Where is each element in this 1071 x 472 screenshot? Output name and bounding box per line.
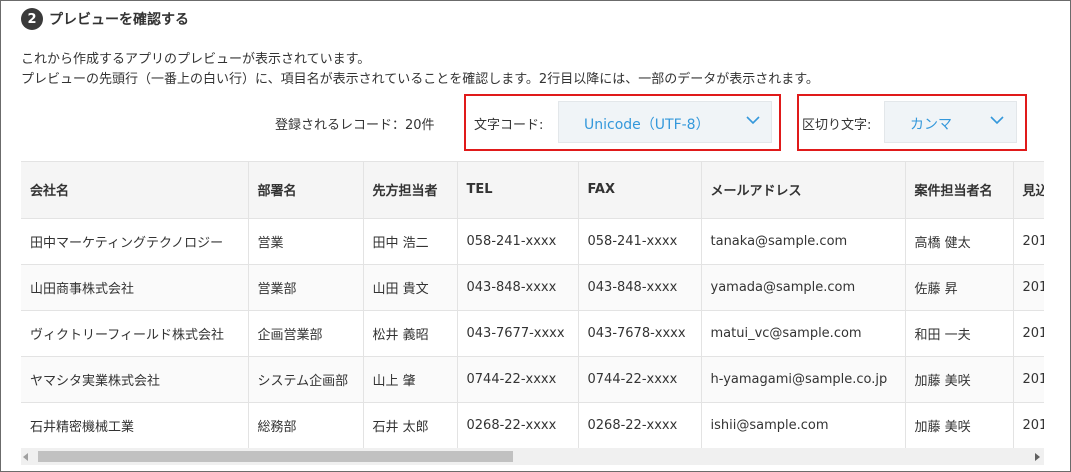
table-cell: matui_vc@sample.com [701,310,906,357]
delimiter-select[interactable]: カンマ [884,101,1017,143]
charset-label: 文字コード: [474,118,544,133]
table-cell: 043-848-xxxx [457,264,579,311]
table-cell: ヴィクトリーフィールド株式会社 [21,310,249,357]
table-cell: 058-241-xxxx [578,218,702,265]
step-number-badge: 2 [21,8,43,30]
preview-panel: 2 プレビューを確認する これから作成するアプリのプレビューが表示されています。… [0,0,1071,472]
column-header: 部署名 [248,162,364,219]
delimiter-select-value: カンマ [910,117,952,133]
table-cell: 佐藤 昇 [905,264,1014,311]
table-cell: 総務部 [248,402,364,448]
description-line-1: これから作成するアプリのプレビューが表示されています。 [21,52,371,67]
column-header: TEL [457,162,579,219]
scrollbar-thumb[interactable] [38,451,513,462]
table-cell: 石井 太郎 [363,402,458,448]
step-title: プレビューを確認する [49,12,189,28]
table-cell: 201 [1013,356,1044,403]
table-cell: 043-7678-xxxx [578,310,702,357]
table-cell: 043-848-xxxx [578,264,702,311]
table-cell: 201 [1013,402,1044,448]
table-cell: 和田 一夫 [905,310,1014,357]
table-cell: 山上 肇 [363,356,458,403]
table-row: 石井精密機械工業 総務部 石井 太郎 0268-22-xxxx 0268-22-… [21,402,1044,448]
table-cell: 山田商事株式会社 [21,264,249,311]
table-cell: 201 [1013,218,1044,265]
column-header: 会社名 [21,162,249,219]
table-cell: 加藤 美咲 [905,402,1014,448]
table-header-row: 会社名 部署名 先方担当者 TEL FAX メールアドレス 案件担当者名 見込 [21,162,1044,219]
column-header: 見込 [1013,162,1044,219]
table-cell: 山田 貴文 [363,264,458,311]
column-header: メールアドレス [701,162,906,219]
chevron-down-icon [990,116,1004,125]
scroll-right-arrow-icon[interactable] [1035,453,1040,461]
table-cell: 企画営業部 [248,310,364,357]
table-row: ヤマシタ実業株式会社 システム企画部 山上 肇 0744-22-xxxx 074… [21,356,1044,403]
table-cell: 0744-22-xxxx [578,356,702,403]
table-cell: システム企画部 [248,356,364,403]
charset-select[interactable]: Unicode（UTF-8） [558,101,772,143]
table-row: 田中マーケティングテクノロジー 営業 田中 浩二 058-241-xxxx 05… [21,218,1044,265]
column-header: 案件担当者名 [905,162,1014,219]
table-cell: 田中マーケティングテクノロジー [21,218,249,265]
table-cell: 058-241-xxxx [457,218,579,265]
table-row: 山田商事株式会社 営業部 山田 貴文 043-848-xxxx 043-848-… [21,264,1044,311]
table-cell: ヤマシタ実業株式会社 [21,356,249,403]
table-cell: 201 [1013,264,1044,311]
table-cell: 201 [1013,310,1044,357]
table-cell: 松井 義昭 [363,310,458,357]
table-cell: 0268-22-xxxx [457,402,579,448]
column-header: FAX [578,162,702,219]
preview-table-container: 会社名 部署名 先方担当者 TEL FAX メールアドレス 案件担当者名 見込 … [21,161,1044,448]
step-header: 2 プレビューを確認する [21,8,189,30]
charset-select-value: Unicode（UTF-8） [584,117,710,133]
chevron-down-icon [746,116,760,125]
table-row: ヴィクトリーフィールド株式会社 企画営業部 松井 義昭 043-7677-xxx… [21,310,1044,357]
table-cell: 営業部 [248,264,364,311]
table-cell: 043-7677-xxxx [457,310,579,357]
column-header: 先方担当者 [363,162,458,219]
horizontal-scrollbar[interactable] [21,448,1044,465]
preview-table: 会社名 部署名 先方担当者 TEL FAX メールアドレス 案件担当者名 見込 … [21,162,1044,448]
scroll-left-arrow-icon[interactable] [23,453,28,461]
table-cell: tanaka@sample.com [701,218,906,265]
table-cell: 石井精密機械工業 [21,402,249,448]
table-cell: 0744-22-xxxx [457,356,579,403]
table-cell: ishii@sample.com [701,402,906,448]
table-cell: 営業 [248,218,364,265]
table-cell: 高橋 健太 [905,218,1014,265]
delimiter-label: 区切り文字: [802,118,872,133]
table-cell: 田中 浩二 [363,218,458,265]
record-count: 登録されるレコード：20件 [275,118,435,133]
description-line-2: プレビューの先頭行（一番上の白い行）に、項目名が表示されていることを確認します。… [21,72,819,87]
table-cell: 0268-22-xxxx [578,402,702,448]
table-cell: h-yamagami@sample.co.jp [701,356,906,403]
table-cell: yamada@sample.com [701,264,906,311]
table-cell: 加藤 美咲 [905,356,1014,403]
